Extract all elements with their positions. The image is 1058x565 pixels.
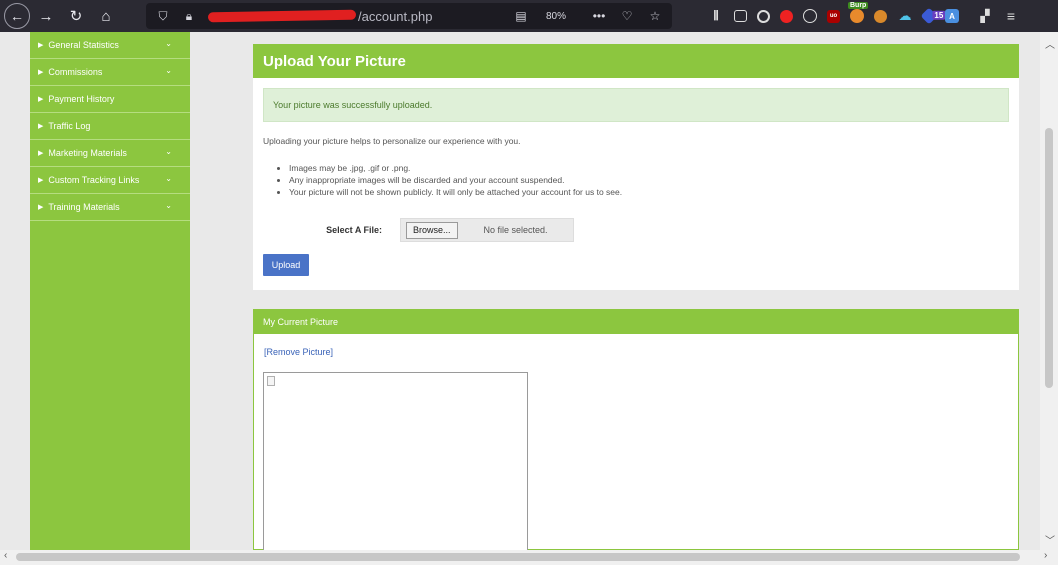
triangle-right-icon: ▶ <box>38 123 44 130</box>
chevron-down-icon: ⌄ <box>165 174 172 183</box>
home-icon[interactable]: ⌂ <box>94 4 118 28</box>
triangle-right-icon: ▶ <box>38 69 44 76</box>
red-extension-icon[interactable] <box>780 9 793 23</box>
sidebar: ▶ General Statistics ⌄ ▶ Commissions ⌄ ▶… <box>30 32 190 550</box>
bookmark-star-icon[interactable]: ☆ <box>646 7 664 25</box>
more-actions-icon[interactable]: ••• <box>590 7 608 25</box>
zoom-level[interactable]: 80% <box>540 10 572 23</box>
list-item: Any inappropriate images will be discard… <box>289 174 1009 186</box>
account-icon[interactable] <box>757 9 770 23</box>
horizontal-scroll-thumb[interactable] <box>16 553 1020 561</box>
current-picture-panel: My Current Picture [Remove Picture] <box>253 309 1019 550</box>
triangle-right-icon: ▶ <box>38 204 44 211</box>
upload-button[interactable]: Upload <box>263 254 309 276</box>
scroll-up-icon[interactable]: ︿ <box>1045 36 1055 51</box>
upload-panel-body: Your picture was successfully uploaded. … <box>253 78 1019 290</box>
sidebar-item-custom-tracking-links[interactable]: ▶ Custom Tracking Links ⌄ <box>30 167 190 194</box>
back-arrow-icon[interactable]: ← <box>4 3 30 29</box>
pocket-icon[interactable]: ♡ <box>618 7 636 25</box>
sidebar-item-label: Payment History <box>48 94 115 104</box>
cloud-icon[interactable]: ☁ <box>897 8 913 24</box>
scroll-right-icon[interactable]: › <box>1044 550 1047 561</box>
sidebar-item-label: Marketing Materials <box>48 148 127 158</box>
extension-count-badge: 15 <box>932 10 946 20</box>
burp-badge: Burp <box>848 2 869 9</box>
extensions-bar: ⫼ uo Burp ☁ 15 A ▞ ≡ <box>708 0 1019 32</box>
list-item: Images may be .jpg, .gif or .png. <box>289 162 1009 174</box>
success-alert: Your picture was successfully uploaded. <box>263 88 1009 122</box>
forward-arrow-icon[interactable]: → <box>34 4 58 28</box>
file-status-text: No file selected. <box>483 225 548 235</box>
sidebar-item-label: Custom Tracking Links <box>48 175 140 185</box>
tracking-shield-icon[interactable]: ⛉ <box>154 7 172 25</box>
menu-icon[interactable]: ≡ <box>1003 8 1019 24</box>
extensions-puzzle-icon[interactable]: ▞ <box>977 8 993 24</box>
burp-icon[interactable]: Burp <box>848 2 869 23</box>
url-path: /account.php <box>358 8 433 24</box>
url-bar[interactable]: ⛉ 🔒︎ /account.php ▤ 80% ••• ♡ ☆ <box>146 3 672 29</box>
broken-image-icon <box>267 376 275 386</box>
sidebar-item-label: Training Materials <box>48 202 120 212</box>
triangle-right-icon: ▶ <box>38 42 44 49</box>
sidebar-item-label: Commissions <box>48 67 103 77</box>
chevron-down-icon: ⌄ <box>165 147 172 156</box>
sidebar-item-general-statistics[interactable]: ▶ General Statistics ⌄ <box>30 32 190 59</box>
reader-view-icon[interactable]: ▤ <box>512 7 530 25</box>
vertical-scrollbar[interactable]: ︿ ﹀ <box>1040 32 1058 550</box>
upload-panel: Upload Your Picture Your picture was suc… <box>253 44 1019 290</box>
sidebar-icon[interactable] <box>734 10 747 22</box>
browser-toolbar: ← → ↻ ⌂ ⛉ 🔒︎ /account.php ▤ 80% ••• ♡ ☆ … <box>0 0 1058 32</box>
sidebar-item-training-materials[interactable]: ▶ Training Materials ⌄ <box>30 194 190 221</box>
sidebar-item-payment-history[interactable]: ▶ Payment History <box>30 86 190 113</box>
sidebar-item-commissions[interactable]: ▶ Commissions ⌄ <box>30 59 190 86</box>
lock-icon[interactable]: 🔒︎ <box>180 7 198 25</box>
file-select-label: Select A File: <box>326 225 382 235</box>
triangle-right-icon: ▶ <box>38 150 44 157</box>
page-viewport: ▶ General Statistics ⌄ ▶ Commissions ⌄ ▶… <box>0 32 1040 550</box>
redacted-domain <box>207 9 357 23</box>
upload-rules-list: Images may be .jpg, .gif or .png. Any in… <box>289 162 1009 198</box>
remove-picture-link[interactable]: [Remove Picture] <box>264 347 1018 357</box>
scroll-left-icon[interactable]: ‹ <box>4 550 7 561</box>
page-title: Upload Your Picture <box>253 44 1019 78</box>
chevron-down-icon: ⌄ <box>165 66 172 75</box>
chevron-down-icon: ⌄ <box>165 39 172 48</box>
current-picture-frame <box>263 372 528 550</box>
upload-intro-text: Uploading your picture helps to personal… <box>263 136 521 146</box>
file-select-row: Select A File: Browse... No file selecte… <box>263 218 1009 242</box>
tag-extension-icon[interactable]: 15 <box>920 7 946 25</box>
face-extension-icon[interactable] <box>874 9 887 23</box>
current-picture-title: My Current Picture <box>254 310 1018 334</box>
browse-button[interactable]: Browse... <box>406 221 458 239</box>
sidebar-item-label: Traffic Log <box>48 121 91 131</box>
reload-icon[interactable]: ↻ <box>64 4 88 28</box>
scroll-down-icon[interactable]: ﹀ <box>1045 532 1055 547</box>
vertical-scroll-thumb[interactable] <box>1045 128 1053 388</box>
sidebar-item-label: General Statistics <box>48 40 119 50</box>
horizontal-scrollbar[interactable]: ‹ › <box>0 550 1058 565</box>
chevron-down-icon: ⌄ <box>165 201 172 210</box>
list-item: Your picture will not be shown publicly.… <box>289 186 1009 198</box>
sidebar-item-marketing-materials[interactable]: ▶ Marketing Materials ⌄ <box>30 140 190 167</box>
cookie-icon[interactable] <box>803 9 817 23</box>
library-icon[interactable]: ⫼ <box>708 8 724 24</box>
file-input[interactable]: Browse... No file selected. <box>400 218 574 242</box>
ublock-icon[interactable]: uo <box>827 9 840 23</box>
sidebar-item-traffic-log[interactable]: ▶ Traffic Log <box>30 113 190 140</box>
translate-icon[interactable]: A <box>945 9 959 23</box>
triangle-right-icon: ▶ <box>38 177 44 184</box>
triangle-right-icon: ▶ <box>38 96 44 103</box>
